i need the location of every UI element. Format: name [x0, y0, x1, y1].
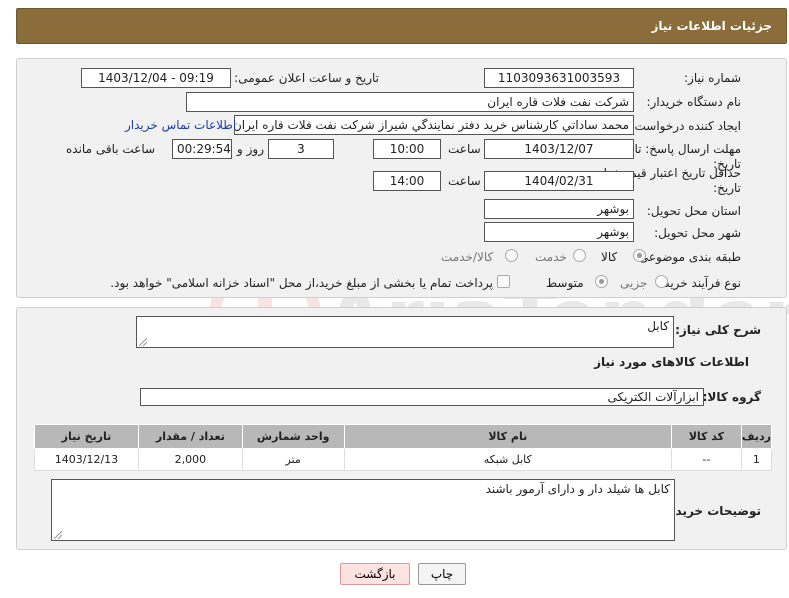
- col-date-header: تاریخ نیاز: [34, 424, 139, 449]
- need-number-label: شماره نیاز:: [684, 71, 741, 85]
- process-minor-radio[interactable]: [655, 275, 668, 288]
- announce-datetime-field[interactable]: 1403/12/04 - 09:19: [81, 68, 231, 88]
- table-row[interactable]: 1 -- کابل شبکه متر 2,000 1403/12/13: [34, 448, 773, 471]
- print-button[interactable]: چاپ: [418, 563, 466, 585]
- col-row-header: ردیف: [740, 424, 773, 449]
- treasury-payment-checkbox[interactable]: [497, 275, 510, 288]
- buyer-notes-textarea[interactable]: کابل ها شیلد دار و دارای آرمور باشند: [51, 479, 675, 541]
- category-service-radio[interactable]: [573, 249, 586, 262]
- days-remaining-field[interactable]: 3: [268, 139, 334, 159]
- col-code-header: کد کالا: [670, 424, 742, 449]
- need-number-field[interactable]: 1103093631003593: [484, 68, 634, 88]
- goods-info-title: اطلاعات کالاهای مورد نیاز: [594, 355, 749, 369]
- category-goods-service-radio[interactable]: [505, 249, 518, 262]
- buyer-notes-resize-handle[interactable]: [54, 531, 62, 539]
- page-header: جزئیات اطلاعات نیاز: [16, 8, 787, 44]
- col-unit-header: واحد شمارش: [241, 424, 345, 449]
- creator-label: ایجاد کننده درخواست:: [630, 119, 741, 133]
- process-medium-radio[interactable]: [595, 275, 608, 288]
- days-label: روز و: [237, 142, 264, 156]
- creator-field[interactable]: محمد ساداتي کارشناس خريد دفتر نمايندگي ش…: [234, 115, 634, 135]
- treasury-payment-note: پرداخت تمام یا بخشی از مبلغ خرید،از محل …: [110, 276, 493, 290]
- cell-unit: متر: [241, 448, 345, 471]
- price-validity-date-field[interactable]: 1404/02/31: [484, 171, 634, 191]
- summary-label: شرح کلی نیاز:: [675, 323, 761, 337]
- cell-date: 1403/12/13: [34, 448, 139, 471]
- time-remaining-field[interactable]: 00:29:54: [172, 139, 232, 159]
- cell-code: --: [670, 448, 742, 471]
- back-button[interactable]: بازگشت: [340, 563, 410, 585]
- reply-hour-label: ساعت: [448, 142, 481, 156]
- col-qty-header: تعداد / مقدار: [137, 424, 243, 449]
- cell-qty: 2,000: [137, 448, 243, 471]
- category-goods-radio[interactable]: [633, 249, 646, 262]
- province-field[interactable]: بوشهر: [484, 199, 634, 219]
- province-label: استان محل تحویل:: [646, 204, 741, 218]
- goods-table: ردیف کد کالا نام کالا واحد شمارش تعداد /…: [34, 424, 773, 471]
- cell-row: 1: [740, 448, 773, 471]
- reply-time-field[interactable]: 10:00: [373, 139, 441, 159]
- reply-date-field[interactable]: 1403/12/07: [484, 139, 634, 159]
- goods-table-header-row: ردیف کد کالا نام کالا واحد شمارش تعداد /…: [34, 424, 773, 449]
- city-label: شهر محل تحویل:: [654, 226, 741, 240]
- page-title: جزئیات اطلاعات نیاز: [651, 19, 772, 33]
- buyer-org-label: نام دستگاه خریدار:: [646, 95, 742, 109]
- city-field[interactable]: بوشهر: [484, 222, 634, 242]
- category-service-label: خدمت: [535, 250, 567, 264]
- process-minor-label: جزیی: [620, 276, 648, 290]
- category-goods-label: کالا: [601, 250, 618, 264]
- cell-name: کابل شبکه: [343, 448, 672, 471]
- category-label: طبقه بندی موضوعی:: [634, 250, 741, 264]
- process-label: نوع فرآیند خرید :: [656, 276, 741, 290]
- goods-group-label: گروه کالا:: [702, 390, 761, 404]
- col-name-header: نام کالا: [343, 424, 672, 449]
- announce-datetime-label: تاریخ و ساعت اعلان عمومی:: [234, 71, 379, 85]
- price-validity-time-field[interactable]: 14:00: [373, 171, 441, 191]
- summary-textarea[interactable]: کابل: [136, 316, 674, 348]
- category-goods-service-label: کالا/خدمت: [441, 250, 494, 264]
- process-medium-label: متوسط: [546, 276, 584, 290]
- time-remaining-label: ساعت باقی مانده: [66, 142, 156, 156]
- buyer-org-field[interactable]: شرکت نفت فلات قاره ایران: [186, 92, 634, 112]
- buyer-contact-link[interactable]: اطلاعات تماس خریدار: [125, 118, 236, 132]
- goods-group-field[interactable]: ابزارآلات الکتریکی: [140, 388, 704, 406]
- summary-resize-handle[interactable]: [139, 338, 147, 346]
- price-hour-label: ساعت: [448, 174, 481, 188]
